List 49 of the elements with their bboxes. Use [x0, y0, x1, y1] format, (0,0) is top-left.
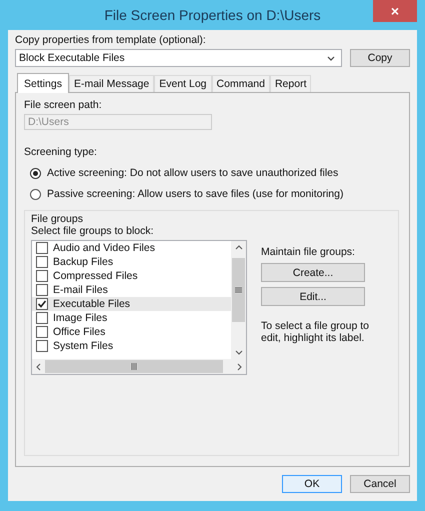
radio-label[interactable]: Passive screening: Allow users to save files (use for monitoring) — [47, 188, 344, 200]
scroll-right-icon[interactable] — [237, 362, 242, 370]
checkbox[interactable] — [36, 298, 48, 310]
checkbox[interactable] — [36, 326, 48, 338]
scroll-up-icon[interactable] — [234, 245, 242, 250]
checkbox[interactable] — [36, 284, 48, 296]
file-group-item[interactable]: Office Files — [32, 325, 231, 339]
grip-icon[interactable] — [235, 287, 242, 293]
hint-text: To select a file group to edit, highlight its label. — [261, 320, 370, 344]
grip-icon[interactable] — [131, 363, 137, 370]
file-group-item[interactable]: Audio and Video Files — [32, 241, 231, 255]
tab[interactable]: E-mail Message — [68, 75, 154, 92]
checkbox[interactable] — [36, 256, 48, 268]
scroll-down-icon[interactable] — [234, 350, 242, 355]
list-label: Select file groups to block: — [31, 225, 155, 237]
close-button[interactable]: × — [373, 0, 417, 22]
copy-button[interactable]: Copy — [350, 49, 410, 67]
caret-icon — [327, 56, 335, 60]
file-group-item[interactable]: Executable Files — [32, 297, 231, 311]
checkbox[interactable] — [36, 270, 48, 282]
path-label: File screen path: — [24, 99, 103, 111]
scroll-left-icon[interactable] — [36, 362, 41, 370]
window-title: File Screen Properties on D:\Users — [104, 7, 321, 23]
template-label: Copy properties from template (optional): — [15, 34, 207, 46]
create-button[interactable]: Create... — [261, 263, 365, 282]
file-groups-legend: File groups — [31, 213, 83, 225]
dialog-button[interactable]: Cancel — [350, 475, 410, 493]
radio-button[interactable] — [30, 188, 41, 200]
tab[interactable]: Settings — [17, 73, 69, 93]
checkbox[interactable] — [36, 242, 48, 254]
template-dropdown[interactable]: Block Executable Files — [15, 49, 342, 67]
radio-label[interactable]: Active screening: Do not allow users to save unauthorized files — [47, 167, 338, 179]
radio-button[interactable] — [30, 168, 41, 178]
file-group-item[interactable]: Backup Files — [32, 255, 231, 269]
file-group-item[interactable]: E-mail Files — [32, 283, 231, 297]
checkbox[interactable] — [36, 312, 48, 324]
tab[interactable]: Report — [270, 75, 312, 92]
file-group-item[interactable]: System Files — [32, 339, 231, 353]
horizontal-scrollbar[interactable] — [32, 359, 246, 374]
edit-button[interactable]: Edit... — [261, 287, 365, 306]
checkbox[interactable] — [36, 340, 48, 352]
file-group-item[interactable]: Compressed Files — [32, 269, 231, 283]
file-group-item[interactable]: Image Files — [32, 311, 231, 325]
vertical-scrollbar[interactable] — [231, 241, 246, 359]
screening-label: Screening type: — [24, 146, 98, 158]
maintain-label: Maintain file groups: — [261, 246, 356, 258]
tab[interactable]: Event Log — [154, 75, 212, 92]
tab[interactable]: Command — [212, 75, 270, 92]
dialog-button[interactable]: OK — [282, 475, 342, 493]
